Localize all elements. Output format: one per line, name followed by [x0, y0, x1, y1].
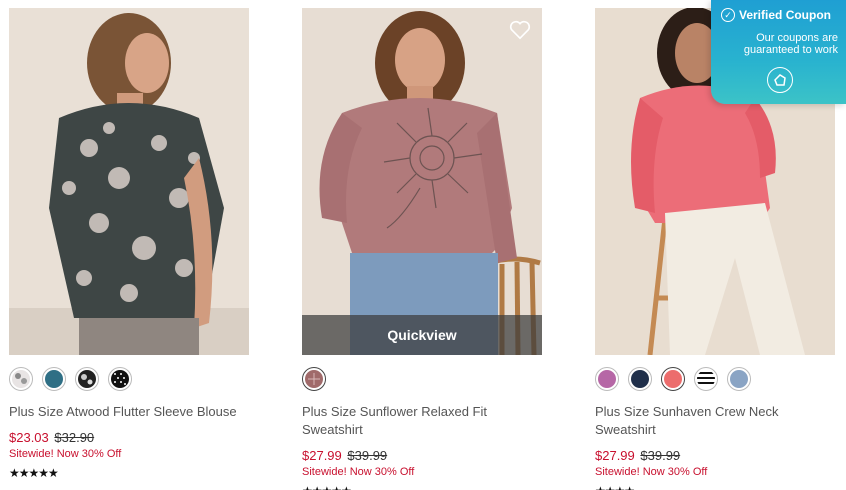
rating-stars: ★★★★★: [302, 484, 542, 490]
sale-price: $27.99: [302, 448, 342, 463]
original-price: $39.99: [640, 448, 681, 463]
promo-text: Sitewide! Now 30% Off: [9, 448, 122, 460]
coupon-logo-icon[interactable]: [767, 67, 793, 93]
swatch-stripe[interactable]: [694, 367, 718, 391]
original-price: $32.90: [54, 430, 95, 445]
product-image[interactable]: [9, 8, 249, 355]
coupon-title: Verified Coupon: [739, 8, 832, 22]
sale-price: $27.99: [595, 448, 635, 463]
sweatshirt-photo: [302, 8, 542, 355]
coupon-subtitle: Our coupons are guaranteed to work: [743, 32, 838, 56]
promo-text: Sitewide! Now 30% Off: [302, 466, 415, 478]
rating-stars: ★★★★★: [9, 466, 59, 480]
swatch-polka-dot[interactable]: [108, 367, 132, 391]
product-name[interactable]: Plus Size Sunflower Relaxed Fit Sweatshi…: [302, 403, 532, 439]
check-circle-icon: ✓: [721, 8, 735, 22]
color-swatches: [302, 367, 542, 391]
color-swatches: [595, 367, 835, 391]
favorite-heart-icon[interactable]: [509, 20, 531, 40]
quickview-button[interactable]: Quickview: [302, 315, 542, 355]
swatch-orchid[interactable]: [595, 367, 619, 391]
swatch-light-blue[interactable]: [727, 367, 751, 391]
swatch-floral-black[interactable]: [75, 367, 99, 391]
swatch-navy[interactable]: [628, 367, 652, 391]
product-card-atwood-blouse[interactable]: Plus Size Atwood Flutter Sleeve Blouse $…: [9, 8, 249, 480]
product-price: $27.99 $39.99: [595, 448, 835, 464]
promo-text: Sitewide! Now 30% Off: [595, 466, 708, 478]
product-price: $23.03 $32.90: [9, 430, 249, 446]
swatch-coral[interactable]: [661, 367, 685, 391]
color-swatches: [9, 367, 249, 391]
blouse-photo: [9, 8, 249, 355]
swatch-teal[interactable]: [42, 367, 66, 391]
product-name[interactable]: Plus Size Atwood Flutter Sleeve Blouse: [9, 403, 239, 421]
product-image[interactable]: Quickview: [302, 8, 542, 355]
rating-stars: ★★★★: [595, 484, 835, 490]
swatch-floral-light[interactable]: [9, 367, 33, 391]
original-price: $39.99: [347, 448, 388, 463]
product-name[interactable]: Plus Size Sunhaven Crew Neck Sweatshirt: [595, 403, 825, 439]
coupon-header: ✓ Verified Coupon: [721, 8, 838, 22]
swatch-mauve-print[interactable]: [302, 367, 326, 391]
product-card-sunflower-sweatshirt[interactable]: Quickview Plus Size Sunflower Relaxed Fi…: [302, 8, 542, 490]
verified-coupon-widget[interactable]: ✓ Verified Coupon Our coupons are guaran…: [711, 0, 846, 104]
product-price: $27.99 $39.99: [302, 448, 542, 464]
sale-price: $23.03: [9, 430, 49, 445]
